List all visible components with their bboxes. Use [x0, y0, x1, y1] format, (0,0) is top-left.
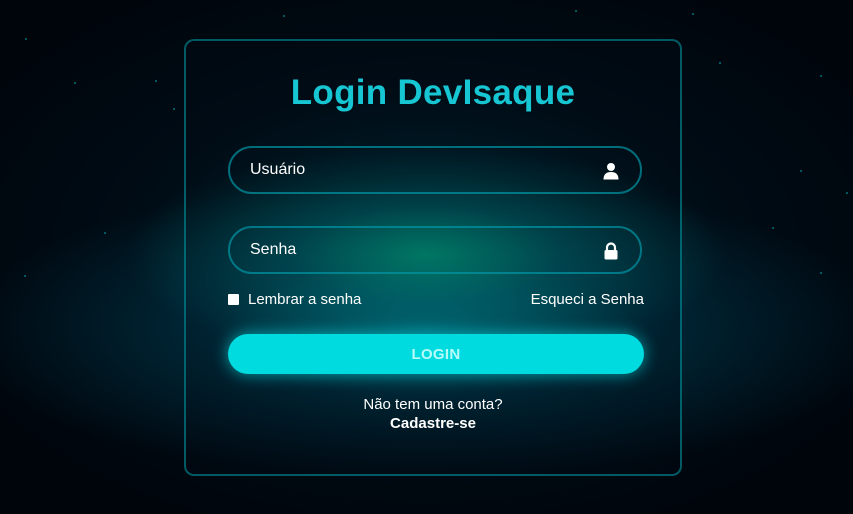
signup-section: Não tem uma conta? Cadastre-se: [186, 395, 680, 433]
remember-password-checkbox[interactable]: Lembrar a senha: [228, 291, 361, 308]
background-star: [772, 227, 774, 229]
username-input[interactable]: [230, 148, 640, 192]
background-star: [25, 38, 27, 40]
forgot-password-link[interactable]: Esqueci a Senha: [531, 291, 644, 308]
lock-icon: [604, 242, 618, 260]
background-star: [24, 275, 26, 277]
login-options: Lembrar a senha Esqueci a Senha: [228, 291, 644, 311]
signup-link[interactable]: Cadastre-se: [186, 414, 680, 433]
password-input[interactable]: [230, 228, 640, 272]
background-star: [820, 75, 822, 77]
background-star: [173, 108, 175, 110]
background-star: [820, 272, 822, 274]
login-button[interactable]: LOGIN: [228, 334, 644, 374]
background-star: [283, 15, 285, 17]
login-card: Login DevIsaque Lembrar a senha Esqueci …: [184, 39, 682, 476]
background-star: [104, 232, 106, 234]
background-star: [719, 62, 721, 64]
login-page: Login DevIsaque Lembrar a senha Esqueci …: [0, 0, 853, 514]
background-star: [846, 192, 848, 194]
signup-prompt: Não tem uma conta?: [363, 396, 503, 413]
checkbox-box[interactable]: [228, 294, 239, 305]
background-star: [74, 82, 76, 84]
password-field[interactable]: [228, 226, 642, 274]
username-field[interactable]: [228, 146, 642, 194]
background-star: [800, 170, 802, 172]
background-star: [575, 10, 577, 12]
user-icon: [603, 163, 619, 180]
login-title: Login DevIsaque: [290, 73, 576, 112]
background-star: [155, 80, 157, 82]
remember-password-label: Lembrar a senha: [248, 291, 362, 308]
background-star: [692, 13, 694, 15]
